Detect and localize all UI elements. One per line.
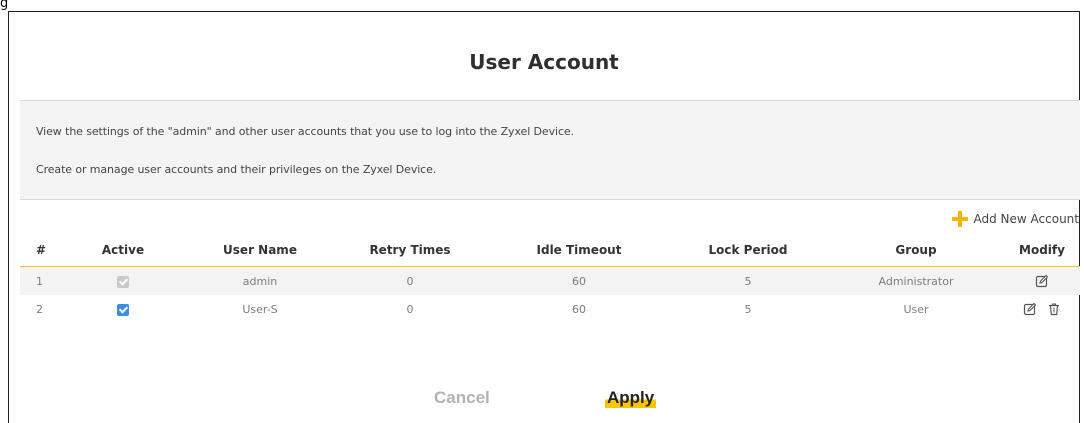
row-number: 2 (36, 302, 43, 316)
user-name-cell: admin (242, 274, 278, 288)
lock-period-cell: 5 (744, 274, 752, 288)
column-header-retry-times: Retry Times (369, 243, 451, 257)
user-account-table: # Active User Name Retry Times Idle Time… (20, 234, 1080, 323)
active-cell (56, 303, 190, 316)
group-cell: User (903, 302, 929, 316)
modify-cell (1004, 302, 1080, 316)
plus-icon (951, 211, 968, 227)
active-checkbox (117, 275, 129, 288)
lock-period-cell: 5 (744, 302, 752, 316)
edit-icon[interactable] (1035, 274, 1049, 288)
user-account-panel: User Account View the settings of the "a… (8, 11, 1080, 423)
column-header-idle-timeout: Idle Timeout (536, 243, 622, 257)
add-new-account-button[interactable]: Add New Account (951, 211, 1080, 227)
cancel-button[interactable]: Cancel (434, 388, 490, 408)
active-cell (56, 275, 190, 288)
row-number: 1 (36, 274, 43, 288)
active-checkbox[interactable] (117, 303, 129, 316)
figure-tag: g (0, 0, 9, 11)
idle-timeout-cell: 60 (572, 274, 586, 288)
apply-button[interactable]: Apply (605, 388, 657, 408)
column-header-active: Active (101, 243, 145, 257)
description-line-1: View the settings of the "admin" and oth… (36, 125, 574, 138)
retry-times-cell: 0 (406, 302, 414, 316)
delete-icon[interactable] (1047, 302, 1061, 316)
column-header-user-name: User Name (223, 243, 297, 257)
user-name-cell: User-S (242, 302, 278, 316)
description-line-2: Create or manage user accounts and their… (36, 163, 437, 176)
table-header-row: # Active User Name Retry Times Idle Time… (20, 234, 1080, 267)
column-header-group: Group (895, 243, 937, 257)
add-new-account-label: Add New Account (973, 212, 1080, 226)
table-row: 1 admin 0 60 5 Administrator (20, 267, 1080, 295)
description-box: View the settings of the "admin" and oth… (20, 100, 1080, 200)
group-cell: Administrator (878, 274, 954, 288)
column-header-number: # (36, 243, 47, 257)
retry-times-cell: 0 (406, 274, 414, 288)
column-header-lock-period: Lock Period (708, 243, 788, 257)
idle-timeout-cell: 60 (572, 302, 586, 316)
edit-icon[interactable] (1023, 302, 1037, 316)
page-title: User Account (469, 50, 619, 74)
table-row: 2 User-S 0 60 5 User (20, 295, 1080, 323)
column-header-modify: Modify (1019, 243, 1065, 257)
modify-cell (1004, 274, 1080, 288)
